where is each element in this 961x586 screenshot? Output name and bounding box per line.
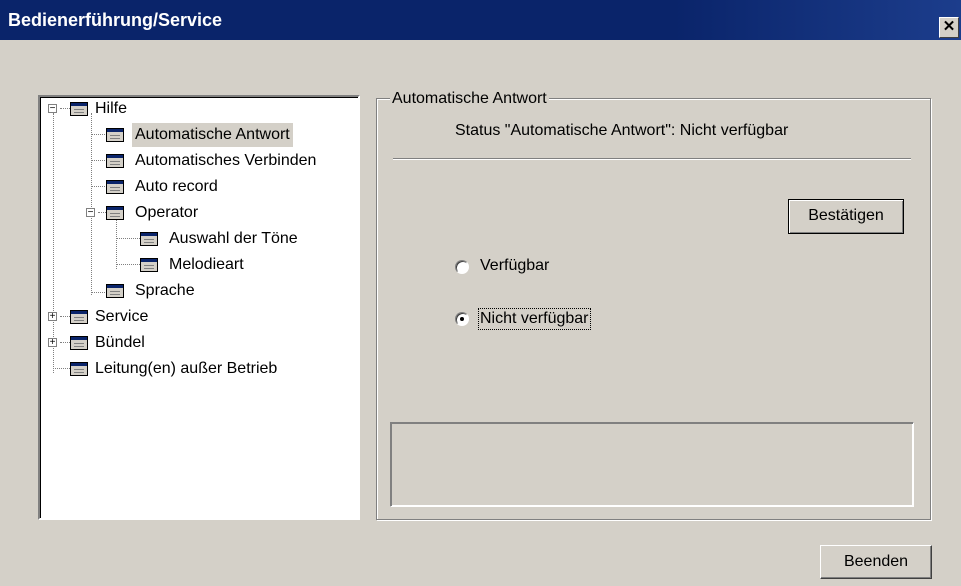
- page-icon: [70, 310, 88, 324]
- page-icon: [106, 128, 124, 142]
- groupbox-legend: Automatische Antwort: [390, 90, 549, 108]
- status-text: Status "Automatische Antwort": Nicht ver…: [455, 122, 789, 139]
- tree-item-label: Leitung(en) außer Betrieb: [95, 360, 278, 377]
- tree-item-label: Hilfe: [95, 100, 128, 117]
- confirm-button[interactable]: Bestätigen: [788, 199, 904, 234]
- tree-item-label: Melodieart: [169, 256, 244, 273]
- tree-item-label: Automatisches Verbinden: [135, 152, 317, 169]
- dialog-window: Bedienerführung/Service ✕ − Hilfe Automa…: [0, 0, 961, 586]
- radio-not-available[interactable]: [455, 312, 469, 326]
- expand-icon[interactable]: +: [48, 312, 57, 322]
- divider: [393, 158, 911, 160]
- tree-item-label: Auto record: [135, 178, 218, 195]
- page-icon: [140, 258, 158, 272]
- page-icon: [106, 284, 124, 298]
- close-icon: ✕: [942, 18, 956, 35]
- title-bar: Bedienerführung/Service ✕: [0, 0, 961, 40]
- tree-item-label: Automatische Antwort: [132, 123, 293, 147]
- close-button[interactable]: ✕: [939, 17, 959, 38]
- navigation-tree[interactable]: − Hilfe Automatische Antwort Automatisch…: [38, 95, 360, 520]
- expand-icon[interactable]: +: [48, 338, 57, 348]
- quit-button[interactable]: Beenden: [820, 545, 932, 579]
- collapse-icon[interactable]: −: [86, 208, 95, 218]
- collapse-icon[interactable]: −: [48, 104, 57, 114]
- window-title: Bedienerführung/Service: [8, 10, 223, 30]
- page-icon: [70, 362, 88, 376]
- message-area: [390, 422, 914, 507]
- radio-not-available-label[interactable]: Nicht verfügbar: [478, 308, 591, 330]
- tree-item-label: Service: [95, 308, 149, 325]
- tree-item-label: Bündel: [95, 334, 145, 351]
- radio-available[interactable]: [455, 260, 469, 274]
- page-icon: [106, 154, 124, 168]
- tree-item-label: Auswahl der Töne: [169, 230, 298, 247]
- page-icon: [140, 232, 158, 246]
- tree-item-label: Operator: [135, 204, 199, 221]
- page-icon: [106, 180, 124, 194]
- page-icon: [70, 336, 88, 350]
- page-icon: [106, 206, 124, 220]
- radio-available-label[interactable]: Verfügbar: [480, 257, 549, 275]
- page-icon: [70, 102, 88, 116]
- tree-item-label: Sprache: [135, 282, 195, 299]
